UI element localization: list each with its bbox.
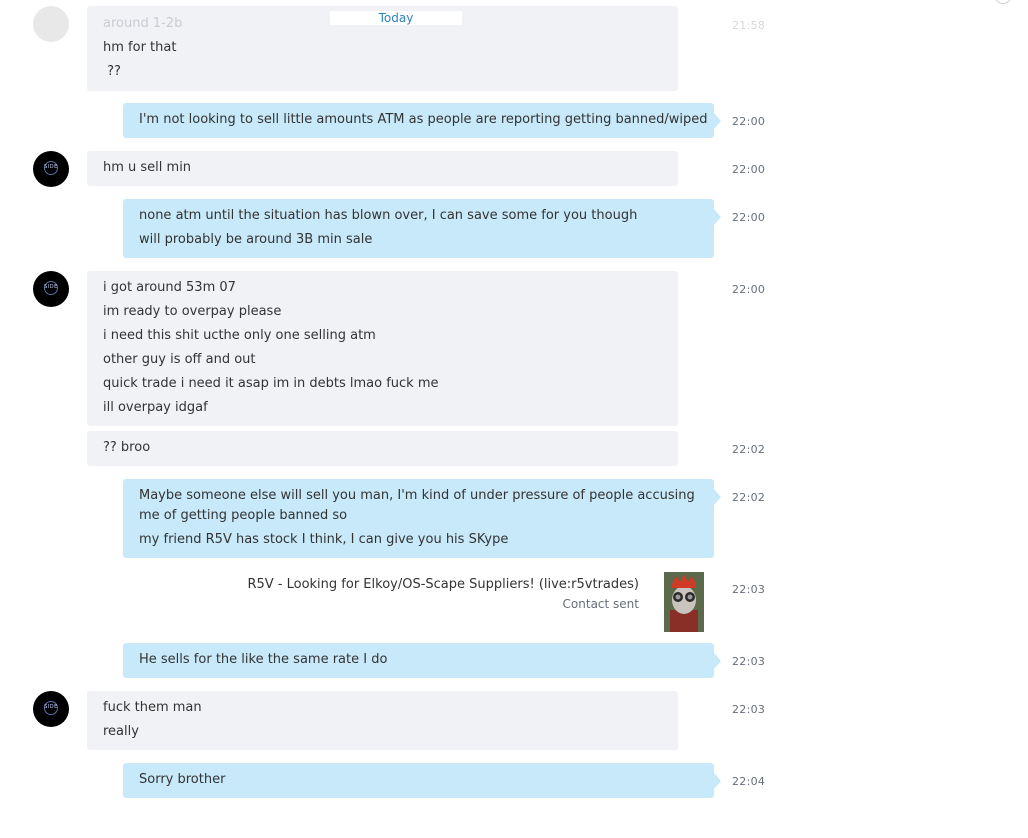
message-timestamp: 21:58 (732, 19, 766, 32)
message-text: Sorry brother (139, 772, 226, 787)
message-text: my friend R5V has stock I think, I can g… (139, 532, 509, 547)
avatar-text: SIDE (44, 284, 58, 290)
message-text: ill overpay idgaf (103, 400, 208, 415)
message-timestamp: 22:00 (732, 283, 766, 296)
message-text: I'm not looking to sell little amounts A… (139, 112, 708, 127)
message-text: ?? broo (103, 440, 151, 455)
message-text: fuck them man (103, 700, 202, 715)
message-text: ?? (103, 64, 121, 79)
avatar[interactable]: SIDE (33, 691, 69, 727)
message-text: i need this shit ucthe only one selling … (103, 328, 376, 343)
avatar[interactable]: SIDE (33, 151, 69, 187)
message-timestamp: 22:03 (732, 583, 766, 596)
contact-card[interactable]: R5V - Looking for Elkoy/OS-Scape Supplie… (200, 572, 704, 632)
message-text: none atm until the situation has blown o… (139, 208, 638, 223)
message-timestamp: 22:02 (732, 491, 766, 504)
message-bubble-outgoing[interactable]: Maybe someone else will sell you man, I'… (123, 479, 721, 558)
message-text: hm u sell min (103, 160, 192, 175)
avatar-text: SIDE (44, 704, 58, 710)
date-separator: Today (330, 11, 462, 25)
contact-avatar-icon[interactable] (664, 572, 704, 632)
message-timestamp: 22:02 (732, 443, 766, 456)
message-timestamp: 22:00 (732, 211, 766, 224)
contact-status: Contact sent (562, 597, 639, 611)
message-timestamp: 22:00 (732, 163, 766, 176)
chat-history: around 1-2b hm for that ?? 21:58 Today I… (0, 0, 1028, 838)
message-bubble-incoming[interactable]: ?? broo (87, 431, 678, 466)
message-text: really (103, 724, 139, 739)
message-text: hm for that (103, 40, 177, 55)
message-bubble-incoming[interactable]: i got around 53m 07 im ready to overpay … (87, 271, 678, 426)
message-timestamp: 22:04 (732, 775, 766, 788)
message-bubble-outgoing[interactable]: He sells for the like the same rate I do (123, 643, 721, 678)
message-text: He sells for the like the same rate I do (139, 652, 388, 667)
message-bubble-outgoing[interactable]: none atm until the situation has blown o… (123, 199, 721, 258)
avatar-text: SIDE (44, 164, 58, 170)
message-bubble-outgoing[interactable]: Sorry brother (123, 763, 721, 798)
scroll-indicator-icon[interactable] (994, 0, 1012, 4)
message-timestamp: 22:03 (732, 655, 766, 668)
message-bubble-outgoing[interactable]: I'm not looking to sell little amounts A… (123, 103, 721, 138)
message-text: other guy is off and out (103, 352, 256, 367)
message-text: im ready to overpay please (103, 304, 282, 319)
message-text: Maybe someone else will sell you man, I'… (139, 488, 695, 523)
message-timestamp: 22:03 (732, 703, 766, 716)
message-bubble-incoming[interactable]: hm u sell min (87, 151, 678, 186)
contact-name[interactable]: R5V - Looking for Elkoy/OS-Scape Supplie… (247, 577, 639, 592)
message-bubble-incoming[interactable]: fuck them man really (87, 691, 678, 750)
message-text: i got around 53m 07 (103, 280, 236, 295)
message-text: quick trade i need it asap im in debts l… (103, 376, 439, 391)
message-text: will probably be around 3B min sale (139, 232, 373, 247)
avatar[interactable]: SIDE (33, 271, 69, 307)
avatar[interactable] (33, 6, 69, 42)
message-timestamp: 22:00 (732, 115, 766, 128)
